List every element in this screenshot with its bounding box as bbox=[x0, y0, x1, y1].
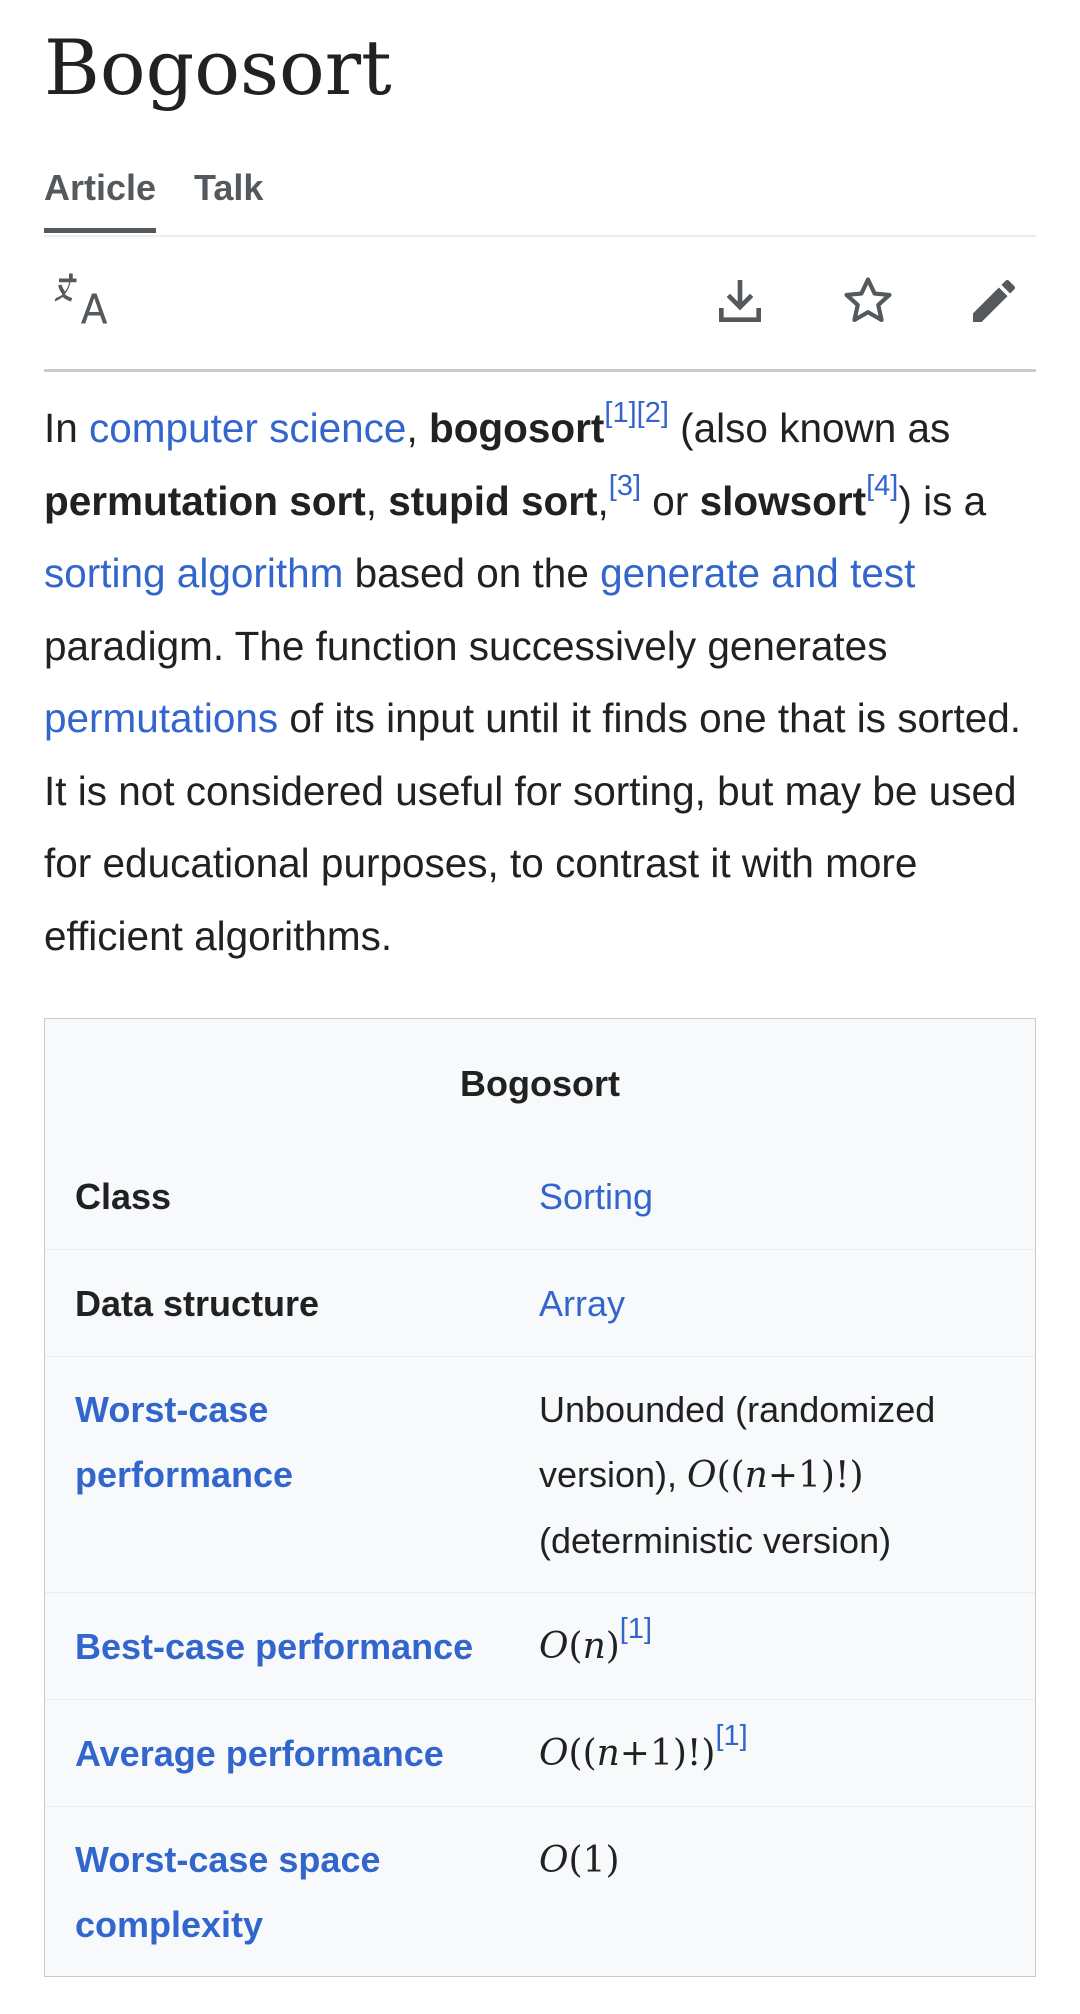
infobox-label-best-case: Best-case performance bbox=[45, 1614, 539, 1679]
ref-2[interactable]: [2] bbox=[637, 397, 669, 429]
intro-paragraph: In computer science, bogosort[1][2] (als… bbox=[44, 392, 1036, 972]
bold-stupid-sort: stupid sort bbox=[388, 477, 598, 524]
text-run: based on the bbox=[343, 550, 601, 596]
value-line: (deterministic version) bbox=[539, 1520, 892, 1561]
infobox: Bogosort Class Sorting Data structure Ar… bbox=[44, 1018, 1036, 1977]
value-line: version), bbox=[539, 1454, 688, 1495]
article-page: Bogosort Article Talk In computer scienc… bbox=[44, 0, 1036, 1977]
bold-permutation-sort: permutation sort bbox=[44, 477, 366, 524]
ref-3[interactable]: [3] bbox=[609, 470, 641, 502]
language-icon[interactable] bbox=[52, 269, 116, 333]
infobox-row-average: Average performance O((n+1)!)[1] bbox=[45, 1699, 1035, 1806]
infobox-label-class: Class bbox=[75, 1175, 172, 1217]
ref-1[interactable]: [1] bbox=[604, 397, 636, 429]
link-sorting[interactable]: Sorting bbox=[539, 1176, 653, 1217]
link-permutations[interactable]: permutations bbox=[44, 695, 278, 741]
link-worst-case-space-complexity[interactable]: Worst-case space complexity bbox=[75, 1839, 381, 1945]
infobox-row-best-case: Best-case performance O(n)[1] bbox=[45, 1592, 1035, 1699]
infobox-row-space: Worst-case space complexity O(1) bbox=[45, 1806, 1035, 1976]
infobox-label-average: Average performance bbox=[45, 1721, 539, 1786]
bold-slowsort: slowsort bbox=[699, 477, 867, 524]
text-run: , bbox=[597, 477, 609, 524]
link-generate-and-test[interactable]: generate and test bbox=[600, 550, 915, 596]
math-space: O(1) bbox=[539, 1840, 620, 1881]
link-computer-science[interactable]: computer science bbox=[89, 405, 406, 451]
infobox-row-worst-case: Worst-case performance Unbounded (randomi… bbox=[45, 1356, 1035, 1592]
ref-1[interactable]: [1] bbox=[715, 1720, 747, 1752]
infobox-row-data-structure: Data structure Array bbox=[45, 1249, 1035, 1356]
infobox-label-space: Worst-case space complexity bbox=[45, 1827, 539, 1957]
page-title: Bogosort bbox=[44, 23, 392, 112]
text-run: or bbox=[641, 477, 700, 524]
label-line: performance bbox=[75, 1454, 294, 1495]
infobox-value-space: O(1) bbox=[539, 1827, 1035, 1893]
text-run: In bbox=[44, 405, 90, 451]
label-line: complexity bbox=[75, 1904, 264, 1945]
math-worst-case: O((n+1)!) bbox=[687, 1455, 864, 1496]
tab-talk[interactable]: Talk bbox=[194, 167, 263, 233]
infobox-caption: Bogosort bbox=[460, 1063, 620, 1104]
link-sorting-algorithm[interactable]: sorting algorithm bbox=[44, 550, 343, 596]
ref-4[interactable]: [4] bbox=[866, 470, 898, 502]
link-worst-case-performance[interactable]: Worst-case performance bbox=[75, 1389, 293, 1495]
star-icon[interactable] bbox=[836, 269, 900, 333]
tab-article[interactable]: Article bbox=[44, 167, 157, 233]
link-best-case-performance[interactable]: Best-case performance bbox=[75, 1626, 473, 1667]
ref-1[interactable]: [1] bbox=[620, 1613, 652, 1645]
infobox-row-class: Class Sorting bbox=[45, 1143, 1035, 1249]
value-line: Unbounded (randomized bbox=[539, 1389, 936, 1430]
infobox-label-worst-case: Worst-case performance bbox=[45, 1377, 539, 1507]
text-run: , bbox=[406, 405, 429, 451]
text-run: (also known as bbox=[668, 405, 951, 451]
infobox-value-worst-case: Unbounded (randomized version), O((n+1)!… bbox=[539, 1377, 1035, 1573]
infobox-value-average: O((n+1)!)[1] bbox=[539, 1720, 1035, 1786]
bold-bogosort: bogosort bbox=[428, 405, 605, 451]
label-line: Worst-case space bbox=[75, 1839, 381, 1880]
infobox-value-best-case: O(n)[1] bbox=[539, 1613, 1035, 1679]
edit-icon[interactable] bbox=[962, 269, 1026, 333]
text-run: , bbox=[365, 477, 389, 524]
text-run: ) is a bbox=[898, 477, 987, 524]
link-average-performance[interactable]: Average performance bbox=[75, 1733, 444, 1774]
download-icon[interactable] bbox=[708, 269, 772, 333]
math-average: O((n+1)!) bbox=[539, 1733, 716, 1774]
article-tabs: Article Talk bbox=[44, 160, 1036, 237]
link-array[interactable]: Array bbox=[539, 1283, 625, 1324]
page-actions-toolbar bbox=[44, 237, 1036, 372]
math-best-case: O(n) bbox=[539, 1626, 620, 1667]
text-run: paradigm. The function successively gene… bbox=[44, 622, 888, 669]
label-line: Worst-case bbox=[75, 1389, 269, 1430]
infobox-label-data-structure: Data structure bbox=[75, 1282, 320, 1324]
